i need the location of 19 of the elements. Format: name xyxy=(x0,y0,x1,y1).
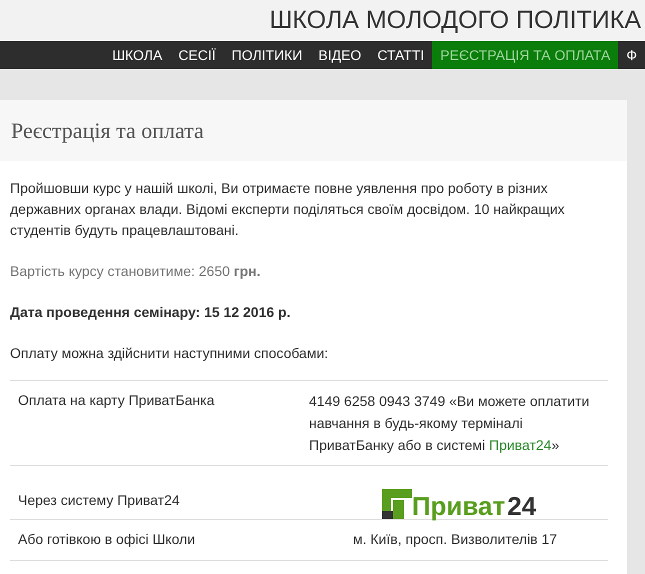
intro-paragraph: Пройшовши курс у нашій школі, Ви отримаєте повне уявлення про роботу в різних державних органах влади. Відомі експерти поділяться своїм досвідом. 10 найкращих студентів будуть працевлаштовані. xyxy=(10,179,566,240)
price-text: Вартість курсу становитиме: 2650 грн. xyxy=(10,262,262,281)
table-cell-text: Оплата на карту ПриватБанка xyxy=(17,391,216,410)
page-title: Реєстрація та оплата xyxy=(11,117,204,145)
table-cell-text: м. Київ, просп. Визволителів 17 xyxy=(352,530,558,549)
date-text: Дата проведення семінару: 15 12 2016 р. xyxy=(10,303,292,322)
nav-link[interactable]: СЕСІЇ xyxy=(170,41,224,69)
privat24-link[interactable]: Приват24 xyxy=(489,437,552,453)
methods-intro: Оплату можна здійснити наступними способами: xyxy=(10,344,330,363)
table-cell-text: Або готівкою в офісі Школи xyxy=(17,530,196,549)
nav-link[interactable]: Ф xyxy=(618,41,645,69)
table-cell-text: 4149 6258 0943 3749 «Ви можете оплатити навчання в будь-якому терміналі ПриватБанку або в системі Приват24» xyxy=(309,392,590,455)
table-cell-text: Через систему Приват24 xyxy=(17,491,181,510)
privat24-logo: Приват24 xyxy=(382,473,536,519)
nav-link[interactable]: ШКОЛА xyxy=(104,41,170,69)
nav-link[interactable]: ПОЛІТИКИ xyxy=(224,41,310,69)
nav-link[interactable]: ВІДЕО xyxy=(310,41,370,69)
nav-link[interactable]: СТАТТІ xyxy=(369,41,432,69)
site-title: ШКОЛА МОЛОДОГО ПОЛІТИКА xyxy=(269,5,641,36)
